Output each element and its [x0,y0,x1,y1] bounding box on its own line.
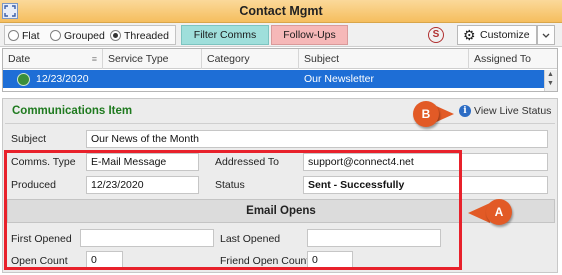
communications-grid: Date ≡ Service Type Category Subject Ass… [2,48,558,92]
divider [5,123,555,124]
subject-field[interactable]: Our News of the Month [86,130,548,148]
filter-icon[interactable]: ≡ [92,49,97,69]
toolbar: Flat Grouped Threaded Filter Comms Follo… [0,23,562,47]
radio-grouped[interactable]: Grouped [50,28,105,43]
column-header-date[interactable]: Date ≡ [3,49,103,69]
callout-b: B [413,101,439,127]
cell-assigned-to [469,70,544,88]
friend-open-count-field[interactable]: 0 [307,251,353,269]
communications-item-panel: Communications Item i View Live Status S… [2,98,558,273]
last-opened-label: Last Opened [220,233,281,245]
radio-threaded-dot[interactable] [110,30,121,41]
friend-open-count-label: Friend Open Count [220,255,310,267]
panel-title: Communications Item [12,105,133,117]
radio-grouped-label: Grouped [64,29,105,42]
s-circle-icon[interactable]: S [428,27,444,43]
open-count-label: Open Count [11,255,68,267]
column-header-date-label: Date [8,53,31,65]
status-field[interactable]: Sent - Successfully [303,176,548,194]
follow-ups-button[interactable]: Follow-Ups [271,25,348,45]
comms-type-label: Comms. Type [11,156,76,168]
grid-header: Date ≡ Service Type Category Subject Ass… [3,49,557,69]
column-header-assigned-to[interactable]: Assigned To [469,49,557,69]
subject-label: Subject [11,133,47,145]
filter-comms-button[interactable]: Filter Comms [181,25,269,45]
addressed-to-field[interactable]: support@connect4.net [303,153,548,171]
email-status-icon [17,73,30,86]
status-label: Status [215,179,245,191]
first-opened-label: First Opened [11,233,72,245]
table-row[interactable]: 12/23/2020 Our Newsletter [3,70,544,88]
title-bar: Contact Mgmt [0,0,562,23]
customize-dropdown-button[interactable] [537,25,555,45]
radio-flat-label: Flat [22,29,40,42]
grid-scrollbar[interactable]: ▲ ▼ [544,70,557,91]
radio-threaded[interactable]: Threaded [110,28,169,43]
view-live-status-label: View Live Status [474,105,552,117]
cell-service-type [103,70,202,88]
cell-date: 12/23/2020 [36,73,89,85]
chevron-down-icon [542,33,550,38]
radio-flat-dot[interactable] [8,30,19,41]
produced-field[interactable]: 12/23/2020 [86,176,199,194]
gear-icon: ⚙ [463,27,476,43]
column-header-subject[interactable]: Subject [299,49,469,69]
scroll-down-icon[interactable]: ▼ [547,80,554,87]
produced-label: Produced [11,179,56,191]
radio-flat[interactable]: Flat [8,28,40,43]
info-icon: i [459,105,471,117]
addressed-to-label: Addressed To [215,156,280,168]
callout-a: A [486,199,512,225]
column-header-category[interactable]: Category [202,49,299,69]
customize-button[interactable]: ⚙ Customize [457,25,537,45]
radio-grouped-dot[interactable] [50,30,61,41]
view-live-status-link[interactable]: i View Live Status [459,105,551,117]
cell-subject: Our Newsletter [304,73,375,85]
customize-label: Customize [480,29,530,41]
last-opened-field[interactable] [307,229,441,247]
column-header-service-type[interactable]: Service Type [103,49,202,69]
open-count-field[interactable]: 0 [86,251,123,269]
scroll-up-icon[interactable]: ▲ [547,71,554,78]
cell-category [202,70,299,88]
first-opened-field[interactable] [80,229,214,247]
comms-type-field[interactable]: E-Mail Message [86,153,199,171]
window-title: Contact Mgmt [239,4,323,18]
radio-threaded-label: Threaded [124,29,169,42]
